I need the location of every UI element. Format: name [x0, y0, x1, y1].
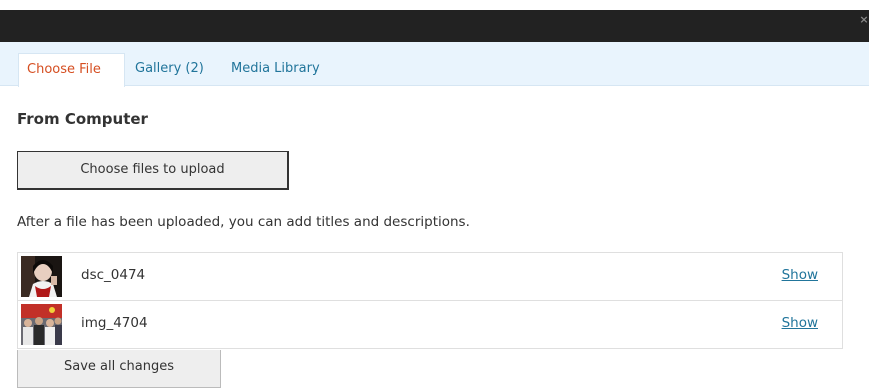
tab-choose-file[interactable]: Choose File	[18, 53, 125, 87]
tab-media-library[interactable]: Media Library	[221, 53, 351, 86]
section-title: From Computer	[17, 110, 148, 128]
tab-gallery[interactable]: Gallery (2)	[125, 53, 221, 86]
show-details-link[interactable]: Show	[782, 315, 818, 331]
dialog-titlebar	[0, 10, 869, 42]
upload-help-text: After a file has been uploaded, you can …	[17, 214, 470, 230]
file-row: img_4704 Show	[18, 301, 842, 348]
save-all-changes-button[interactable]: Save all changes	[17, 350, 221, 388]
choose-files-button[interactable]: Choose files to upload	[17, 151, 289, 190]
file-row: dsc_0474 Show	[18, 253, 842, 301]
close-icon[interactable]: ×	[859, 14, 869, 26]
group-photo-thumbnail	[21, 304, 62, 345]
uploaded-file-list: dsc_0474 Show img_4704 Show	[17, 252, 843, 349]
portrait-photo-thumbnail	[21, 256, 62, 297]
media-tabs: Choose File Gallery (2) Media Library	[0, 42, 869, 87]
file-name: img_4704	[81, 315, 148, 331]
show-details-link[interactable]: Show	[782, 267, 818, 283]
file-name: dsc_0474	[81, 267, 146, 283]
